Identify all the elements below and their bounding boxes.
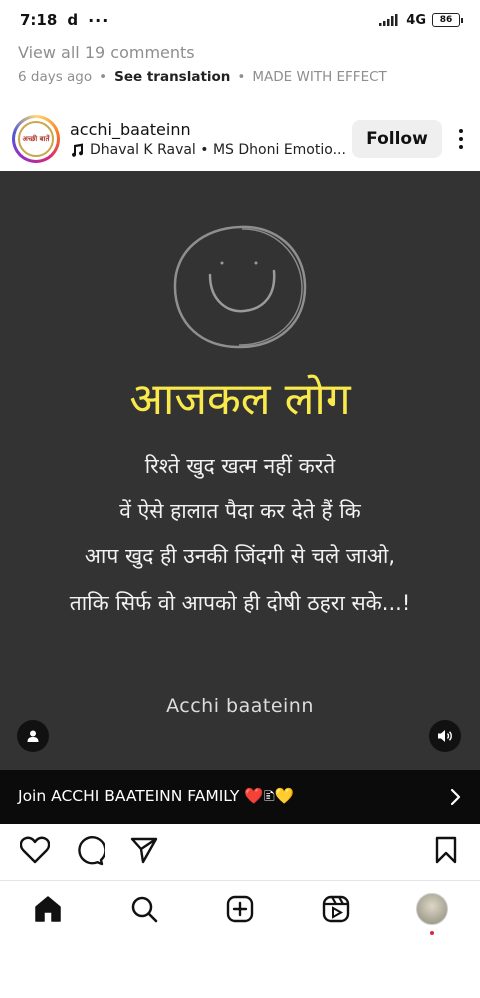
follow-button[interactable]: Follow [352, 120, 442, 158]
post-meta-line: 6 days ago • See translation • MADE WITH… [18, 69, 387, 85]
post-media[interactable]: आजकल लोग रिश्ते खुद खत्म नहीं करते वें ऐ… [0, 171, 480, 770]
audio-title: Dhaval K Raval • MS Dhoni Emotio... [90, 142, 346, 158]
more-options-icon[interactable] [456, 129, 466, 149]
audio-toggle-button[interactable] [429, 720, 461, 752]
home-icon[interactable] [34, 895, 62, 923]
join-family-banner[interactable]: Join ACCHI BAATEINN FAMILY ❤️🗈💛 [0, 770, 480, 824]
post-actions [0, 832, 480, 872]
reels-icon[interactable] [322, 895, 350, 923]
user-tag-button[interactable] [17, 720, 49, 752]
media-text-line: ताकि सिर्फ वो आपको ही दोषी ठहरा सके...! [69, 591, 411, 615]
network-type: 4G [406, 12, 426, 28]
see-translation-link[interactable]: See translation [114, 69, 230, 85]
bookmark-icon[interactable] [435, 836, 457, 864]
post-age: 6 days ago [18, 69, 93, 85]
user-tag-icon [27, 730, 39, 742]
profile-avatar [416, 893, 448, 925]
post-header: अच्छी बातें acchi_baateinn Dhaval K Rava… [0, 108, 480, 170]
more-dot [459, 137, 463, 141]
speaker-icon [438, 730, 452, 742]
status-right: 4G 86 [378, 12, 463, 28]
post-user-info: acchi_baateinn Dhaval K Raval • MS Dhoni… [70, 120, 352, 158]
more-dot [459, 129, 463, 133]
avatar-logo: अच्छी बातें [18, 121, 54, 157]
avatar: अच्छी बातें [15, 118, 57, 160]
music-note-icon [72, 143, 84, 157]
view-all-comments-link[interactable]: View all 19 comments [18, 43, 195, 62]
add-post-icon[interactable] [226, 895, 254, 923]
carrier-glyph: d [67, 11, 79, 29]
meta-separator: • [237, 69, 246, 85]
chevron-right-icon [450, 788, 461, 806]
media-text-line: आप खुद ही उनकी जिंदगी से चले जाओ, [84, 544, 396, 568]
send-icon[interactable] [130, 836, 158, 864]
battery-icon: 86 [432, 13, 463, 27]
search-icon[interactable] [130, 895, 158, 923]
signal-icon [379, 14, 398, 26]
more-dot [459, 145, 463, 149]
media-headline: आजकल लोग [129, 374, 351, 425]
story-ring[interactable]: अच्छी बातें [12, 115, 60, 163]
comment-icon[interactable] [75, 836, 105, 866]
join-banner-text: Join ACCHI BAATEINN FAMILY ❤️🗈💛 [18, 786, 295, 805]
media-watermark: Acchi baateinn [166, 695, 314, 717]
audio-link[interactable]: Dhaval K Raval • MS Dhoni Emotio... [70, 142, 352, 158]
status-left: 7:18 d ··· [20, 11, 109, 30]
media-text-line: रिश्ते खुद खत्म नहीं करते [144, 454, 336, 478]
meta-separator: • [99, 69, 108, 85]
status-time: 7:18 [20, 11, 58, 29]
made-with-effect-link[interactable]: MADE WITH EFFECT [252, 69, 386, 85]
bottom-navigation [0, 880, 480, 944]
battery-level: 86 [439, 15, 453, 25]
heart-icon[interactable] [20, 836, 50, 864]
notification-dots: ··· [88, 10, 110, 30]
status-bar: 7:18 d ··· 4G 86 [0, 0, 480, 40]
username-link[interactable]: acchi_baateinn [70, 120, 352, 139]
notification-dot [430, 931, 434, 935]
media-text-line: वें ऐसे हालात पैदा कर देते हैं कि [119, 499, 361, 523]
profile-tab[interactable] [416, 893, 448, 935]
smiley-face-drawing [173, 225, 307, 349]
